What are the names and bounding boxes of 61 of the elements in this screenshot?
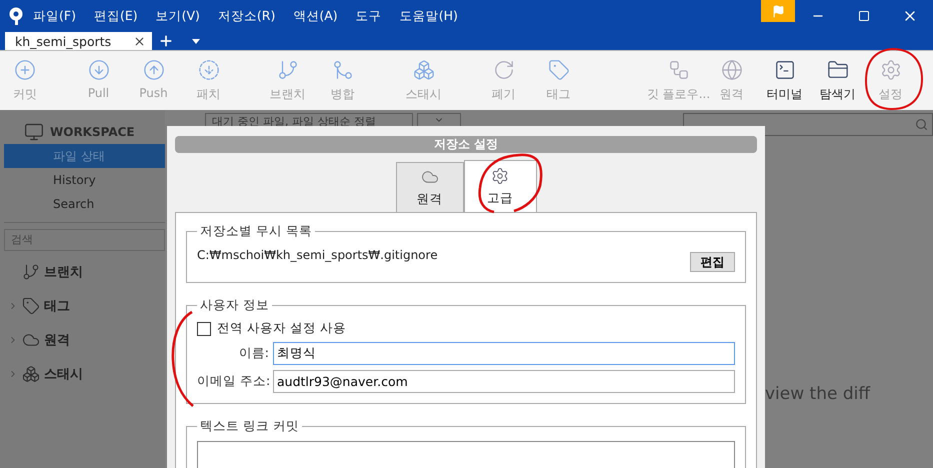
sidebar-item[interactable]: Search (4, 192, 165, 216)
up-arrow-circle-icon (142, 58, 164, 80)
edit-button[interactable]: 편집 (690, 252, 735, 272)
sidebar-group[interactable]: 브랜치 (44, 263, 83, 281)
toolbar-button[interactable]: 탐색기 (811, 58, 864, 102)
discard-icon (492, 58, 514, 80)
toolbar-button[interactable]: 터미널 (758, 58, 811, 102)
branch-icon (276, 58, 298, 80)
plus-icon[interactable] (158, 33, 174, 49)
field-label: 이메일 주소: (197, 373, 269, 390)
input-field[interactable]: 최명식 (273, 342, 735, 365)
sidebar-item[interactable]: History (4, 168, 165, 192)
tag-icon (548, 58, 570, 80)
globe-icon (720, 58, 742, 80)
menu-item[interactable]: 보기(V) (156, 8, 200, 24)
stash-icon (22, 365, 40, 383)
close-icon[interactable] (133, 34, 146, 48)
search-field[interactable]: 검색 (4, 229, 165, 251)
settings-icon (491, 166, 509, 184)
settings-icon (880, 58, 902, 80)
cloud-icon (22, 331, 40, 349)
field-label: 이름: (238, 345, 269, 362)
dialog-tab[interactable]: 고급 (464, 160, 536, 212)
merge-icon (332, 58, 354, 80)
down-arrow-circle-icon (88, 58, 110, 80)
section-title: WORKSPACE (50, 125, 135, 139)
hint-text: view the diff (765, 384, 872, 404)
path-text: C:₩mschoi₩kh_semi_sports₩.gitignore (197, 248, 438, 262)
flag-icon (772, 4, 784, 18)
monitor-icon (24, 122, 44, 142)
input-field[interactable]: audtlr93@naver.com (273, 370, 735, 393)
sidebar-item[interactable]: 파일 상태 (4, 144, 165, 168)
stash-icon (412, 58, 434, 80)
menu-item[interactable]: 액션(A) (293, 8, 338, 24)
checkbox[interactable] (197, 322, 211, 336)
checkbox-label: 전역 사용자 설정 사용 (217, 320, 346, 337)
dialog-tab[interactable]: 원격 (396, 162, 464, 212)
tag-icon (22, 297, 40, 315)
menu-item[interactable]: 도움말(H) (400, 8, 458, 24)
menu-item[interactable]: 편집(E) (94, 8, 138, 24)
sidebar-group[interactable]: 스태시 (44, 365, 83, 383)
branch-icon (22, 263, 40, 281)
repo-tab[interactable]: kh_semi_sports (5, 32, 152, 50)
menu-item[interactable]: 파일(F) (33, 8, 76, 24)
dialog-title: 저장소 설정 (175, 136, 757, 153)
group-title: 텍스트 링크 커밋 (199, 418, 300, 435)
app-logo-icon (9, 7, 23, 25)
sidebar-group[interactable]: 태그 (44, 297, 70, 315)
sidebar-group[interactable]: 원격 (44, 331, 70, 349)
group-title: 저장소별 무시 목록 (199, 223, 313, 240)
folder-icon (826, 58, 848, 80)
menu-item[interactable]: 저장소(R) (218, 8, 276, 24)
search-icon (915, 118, 928, 131)
flow-icon (668, 58, 690, 80)
group-title: 사용자 정보 (199, 297, 270, 314)
terminal-icon (774, 58, 796, 80)
plus-circle-icon (14, 58, 36, 80)
maximize-icon (858, 10, 870, 22)
caret-icon[interactable] (192, 39, 200, 44)
menu-item[interactable]: 도구 (356, 8, 382, 24)
flag-button[interactable] (761, 0, 795, 22)
